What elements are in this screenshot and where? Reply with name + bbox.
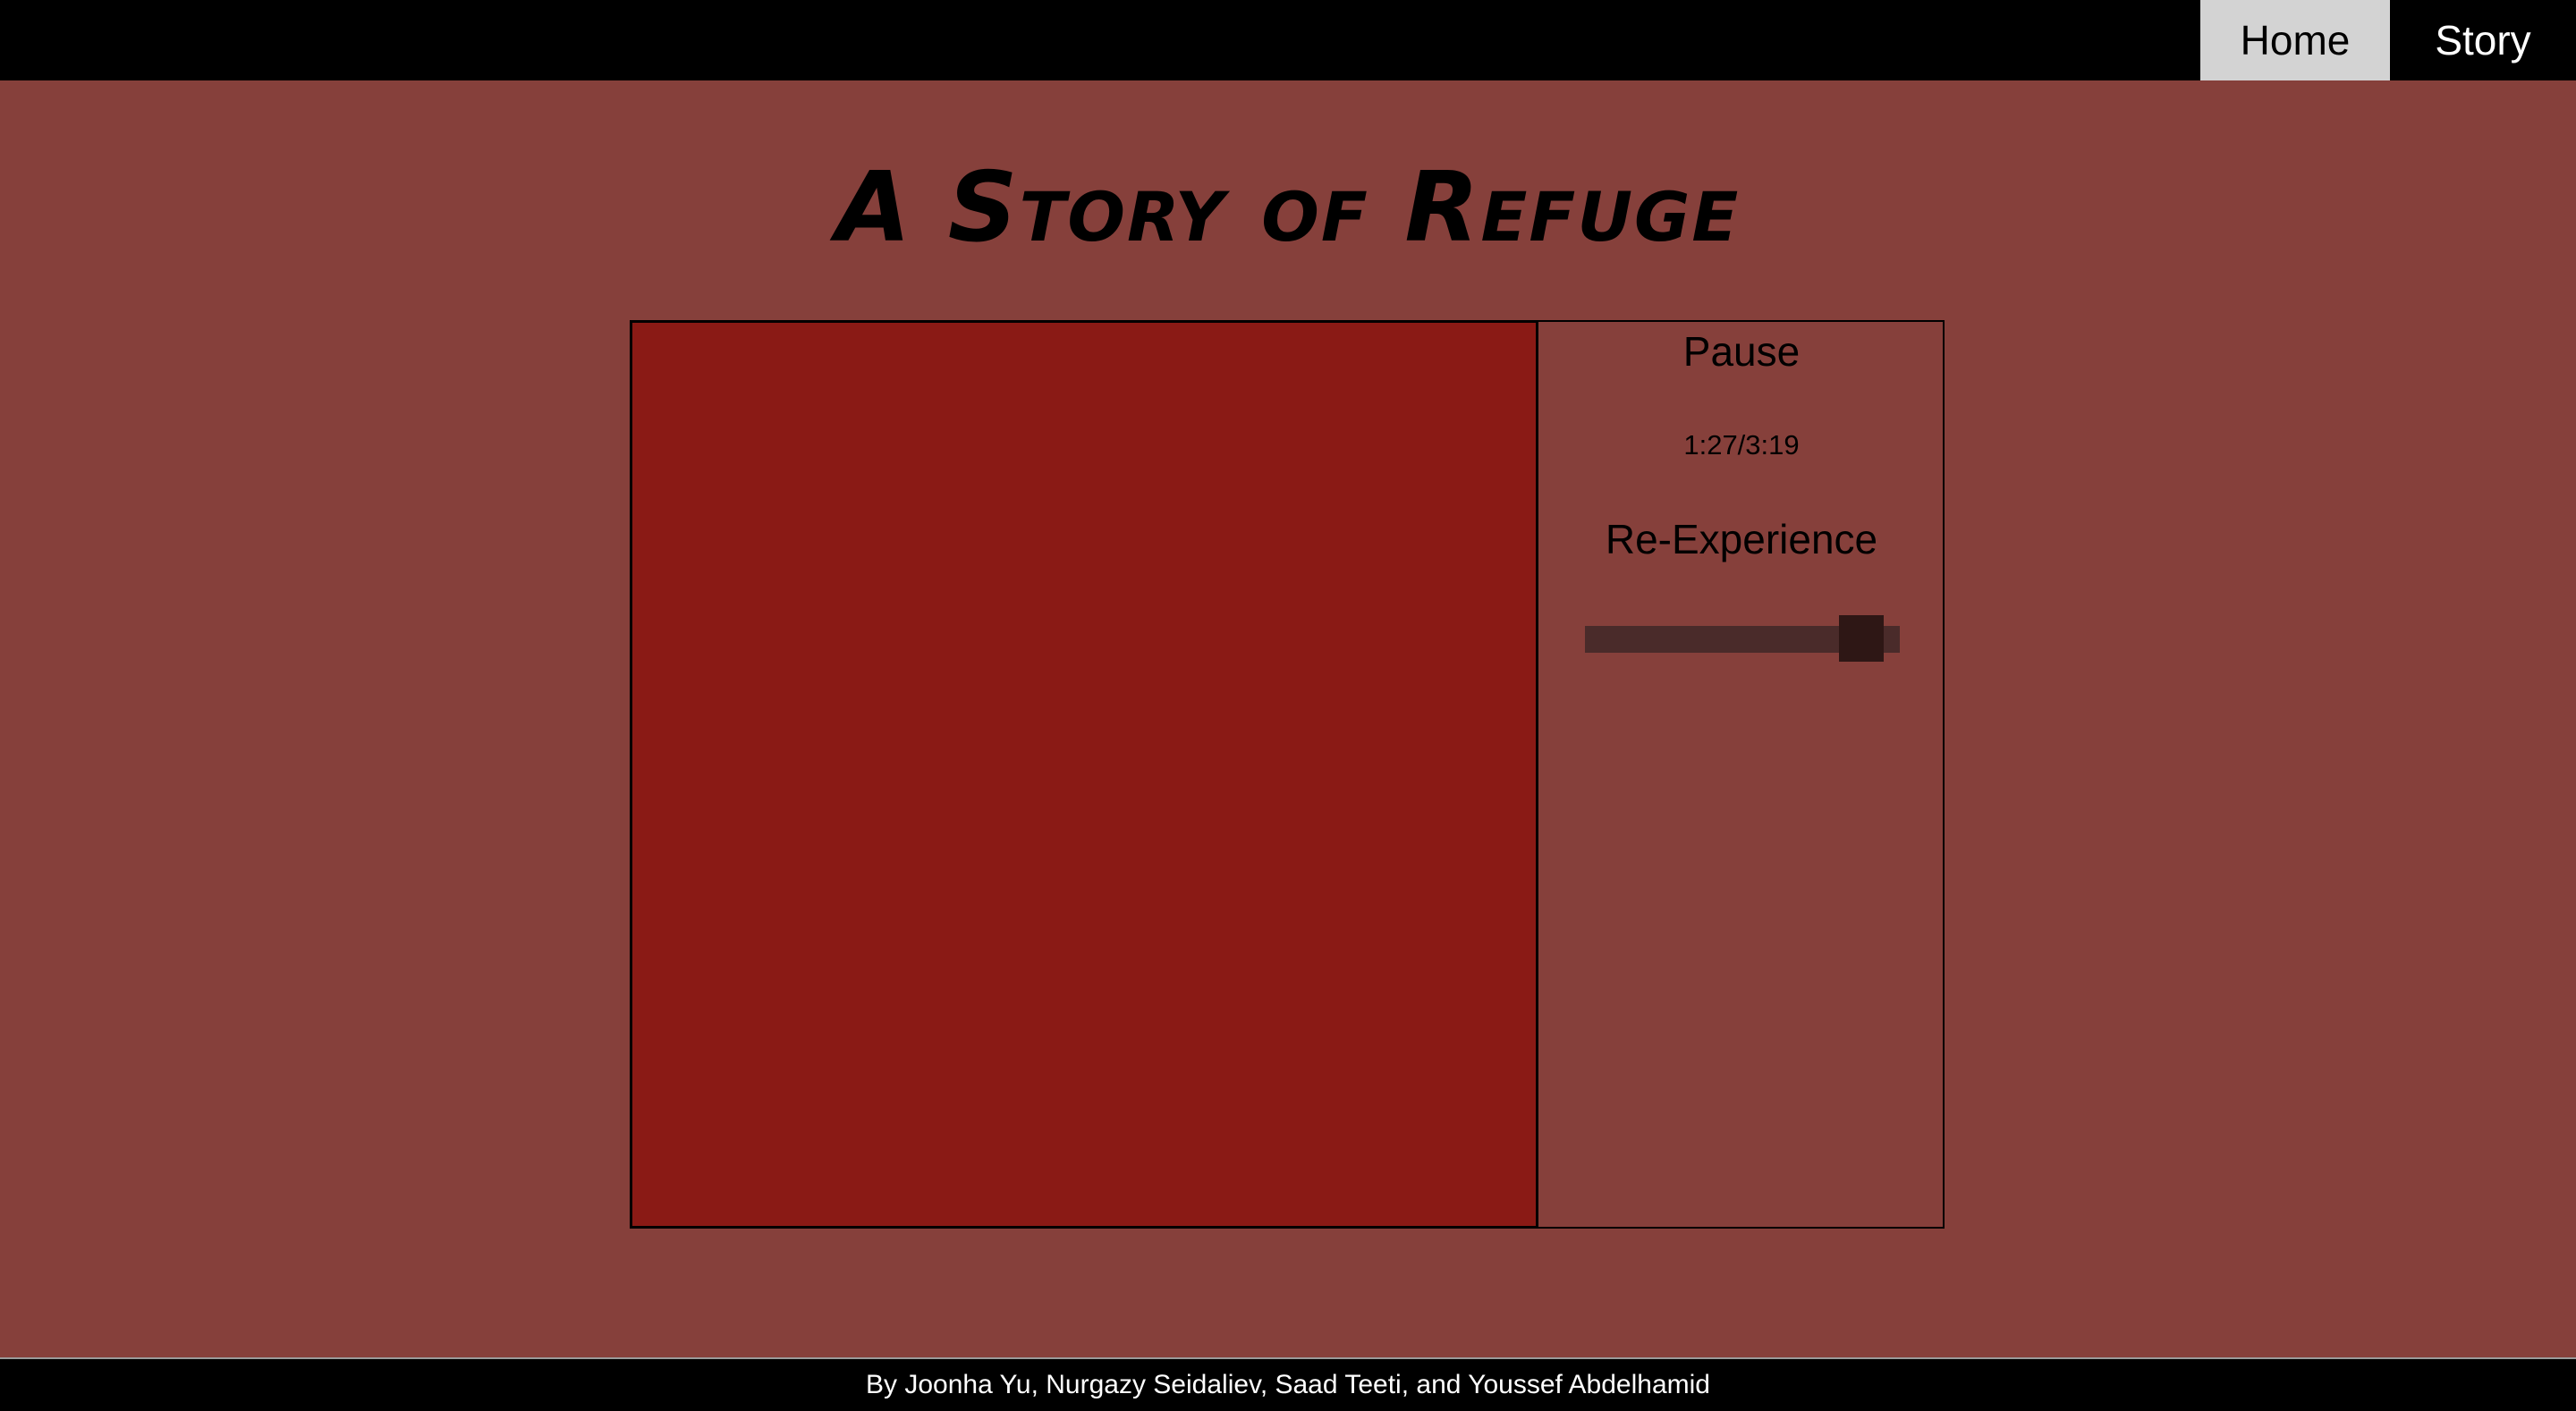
nav-home-tab[interactable]: Home [2200, 0, 2390, 80]
top-nav-bar: Home Story [0, 0, 2576, 80]
time-readout: 1:27/3:19 [1683, 429, 1800, 460]
story-stage-canvas[interactable] [630, 320, 1538, 1229]
credits-footer: By Joonha Yu, Nurgazy Seidaliev, Saad Te… [0, 1357, 2576, 1411]
player-controls: Pause 1:27/3:19 Re-Experience [1538, 320, 1945, 1229]
pause-button[interactable]: Pause [1538, 327, 1945, 376]
re-experience-button[interactable]: Re-Experience [1538, 515, 1945, 563]
page-title: A Story of Refuge [835, 152, 1741, 264]
progress-slider-thumb[interactable] [1838, 615, 1884, 662]
nav-story-tab[interactable]: Story [2390, 0, 2576, 80]
